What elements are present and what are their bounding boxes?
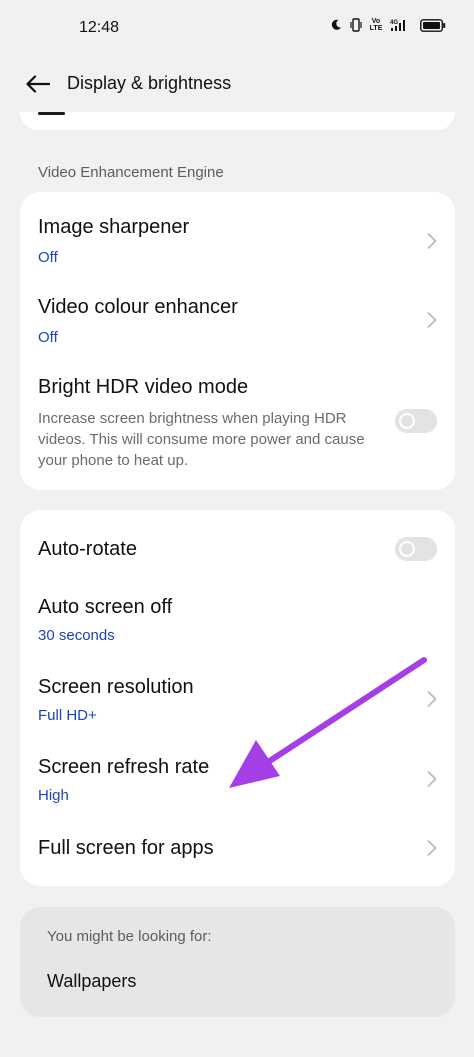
row-title: Video colour enhancer	[38, 296, 238, 318]
row-title: Auto-rotate	[38, 538, 137, 560]
4g-signal-icon: 4G	[390, 18, 412, 32]
page-title: Display & brightness	[67, 73, 232, 93]
row-value: High	[38, 787, 69, 804]
previous-card-edge	[20, 112, 455, 130]
toggle-knob	[399, 541, 415, 557]
row-value: Full HD+	[38, 707, 97, 724]
video-enhancement-card: Image sharpener Off Video colour enhance…	[20, 192, 455, 490]
section-label-video: Video Enhancement Engine	[38, 164, 224, 181]
auto-rotate-toggle[interactable]	[395, 537, 437, 561]
svg-text:4G: 4G	[390, 20, 398, 26]
back-arrow-icon	[26, 75, 50, 93]
battery-icon	[420, 18, 446, 32]
row-title: Screen refresh rate	[38, 756, 210, 778]
row-title: Bright HDR video mode	[38, 376, 249, 398]
image-sharpener-row[interactable]: Image sharpener Off	[20, 192, 455, 272]
chevron-right-icon	[427, 233, 437, 249]
suggestions-card: You might be looking for: Wallpapers	[20, 907, 455, 1017]
volte-icon: Vo LTE	[369, 18, 383, 32]
vibrate-icon	[350, 18, 362, 32]
chevron-right-icon	[427, 771, 437, 787]
chevron-right-icon	[427, 691, 437, 707]
screen-resolution-row[interactable]: Screen resolution Full HD+	[20, 668, 455, 748]
row-title: Image sharpener	[38, 216, 190, 238]
back-button[interactable]	[22, 68, 54, 100]
moon-icon	[330, 19, 342, 31]
auto-screen-off-row[interactable]: Auto screen off 30 seconds	[20, 588, 455, 668]
settings-screen: 12:48 Vo LTE 4G Display & brightness Vide…	[0, 0, 474, 1057]
screen-refresh-rate-row[interactable]: Screen refresh rate High	[20, 748, 455, 828]
suggestion-wallpapers-link[interactable]: Wallpapers	[47, 971, 136, 992]
row-title: Screen resolution	[38, 676, 194, 698]
screen-settings-card: Auto-rotate Auto screen off 30 seconds S…	[20, 510, 455, 886]
bright-hdr-video-mode-row[interactable]: Bright HDR video mode Increase screen br…	[20, 352, 455, 490]
toggle-knob	[399, 413, 415, 429]
row-value: 30 seconds	[38, 627, 115, 644]
row-description: Increase screen brightness when playing …	[38, 410, 365, 469]
status-icons: Vo LTE 4G	[330, 18, 446, 32]
full-screen-for-apps-row[interactable]: Full screen for apps	[20, 828, 455, 886]
suggestions-label: You might be looking for:	[47, 928, 212, 945]
app-header: Display & brightness	[0, 58, 474, 112]
video-colour-enhancer-row[interactable]: Video colour enhancer Off	[20, 272, 455, 352]
status-bar: 12:48 Vo LTE 4G	[0, 0, 474, 58]
row-title: Auto screen off	[38, 596, 173, 618]
row-value: Off	[38, 249, 58, 266]
bright-hdr-toggle[interactable]	[395, 409, 437, 433]
row-title: Full screen for apps	[38, 837, 214, 859]
chevron-right-icon	[427, 840, 437, 856]
status-time: 12:48	[79, 19, 120, 36]
row-value: Off	[38, 329, 58, 346]
chevron-right-icon	[427, 312, 437, 328]
auto-rotate-row[interactable]: Auto-rotate	[20, 510, 455, 588]
